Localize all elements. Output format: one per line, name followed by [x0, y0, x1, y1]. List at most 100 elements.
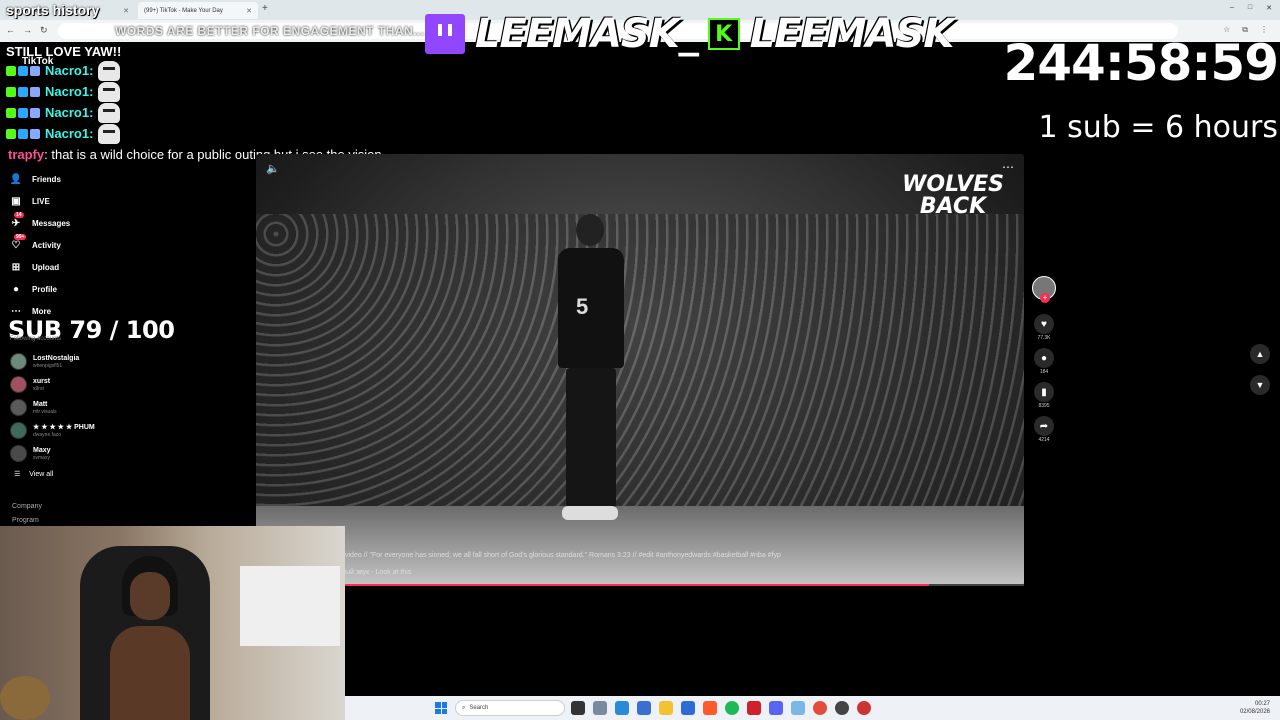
- sidebar-item-label: Upload: [32, 262, 60, 272]
- video-progress-bar[interactable]: [345, 584, 1024, 586]
- previous-video-button[interactable]: ▲: [1250, 344, 1270, 364]
- following-item[interactable]: ★ ★ ★ ★ ★ PHUM dwayne.fazo: [10, 419, 160, 442]
- volume-icon[interactable]: 🔈: [266, 162, 280, 175]
- edge-icon[interactable]: [615, 701, 629, 715]
- chat-username: Nacro1:: [45, 126, 94, 141]
- sidebar-item-upload[interactable]: ⊞ Upload: [10, 256, 160, 278]
- sidebar-item-live[interactable]: ▣ LIVE: [10, 190, 160, 212]
- chat-badges: [6, 65, 40, 76]
- store-icon[interactable]: [681, 701, 695, 715]
- chat-username: Nacro1:: [45, 105, 94, 120]
- chat-message: STILL LOVE YAW!!: [6, 44, 122, 59]
- antivirus-icon[interactable]: [747, 701, 761, 715]
- like-button[interactable]: ♥: [1034, 314, 1054, 334]
- badge-icon: [30, 107, 40, 118]
- discord-icon[interactable]: [769, 701, 783, 715]
- creator-avatar[interactable]: [1032, 276, 1056, 303]
- video-player[interactable]: 5 WOLVES BACK ⋯ 🔈: [256, 154, 1024, 586]
- following-item[interactable]: Matt mtr.visuals: [10, 396, 160, 419]
- reload-icon[interactable]: ↻: [40, 25, 48, 36]
- following-name: ★ ★ ★ ★ ★ PHUM: [33, 423, 95, 431]
- emote-icon: [98, 123, 121, 144]
- forward-icon[interactable]: →: [23, 25, 32, 36]
- sidebar-item-profile[interactable]: ● Profile: [10, 278, 160, 300]
- watermark-line: WOLVES: [902, 172, 1004, 197]
- webcam-feed: [0, 526, 345, 720]
- player-shoes: [562, 506, 618, 520]
- file-explorer-icon[interactable]: [659, 701, 673, 715]
- avatar: [10, 422, 27, 439]
- streamer-torso: [110, 626, 190, 720]
- video-player-figure: 5: [536, 214, 646, 534]
- footer-company[interactable]: Company: [12, 503, 42, 510]
- messages-badge: 14: [14, 212, 24, 218]
- settings-icon[interactable]: [593, 701, 607, 715]
- obs-icon[interactable]: [835, 701, 849, 715]
- following-name: LostNostalgia: [33, 354, 80, 362]
- more-options-icon[interactable]: ⋯: [1002, 160, 1014, 174]
- view-all-link[interactable]: ☰ View all: [14, 470, 53, 479]
- following-handle: svmaxy: [33, 454, 50, 461]
- save-button[interactable]: ▮: [1034, 382, 1054, 402]
- profile-icon: ●: [12, 283, 20, 295]
- chat-line: Nacro1:: [6, 60, 526, 81]
- video-music[interactable]: ый звук - Look at this: [345, 569, 411, 576]
- app-icon[interactable]: [857, 701, 871, 715]
- windows-start-icon[interactable]: [435, 702, 447, 714]
- task-view-icon[interactable]: [571, 701, 585, 715]
- chat-badges: [6, 86, 40, 97]
- next-video-button[interactable]: ▼: [1250, 375, 1270, 395]
- taskbar-app-icons: [571, 701, 871, 715]
- sub-rate: 1 sub = 6 hours: [1038, 110, 1279, 145]
- share-button[interactable]: ➦: [1034, 416, 1054, 436]
- back-icon[interactable]: ←: [6, 25, 15, 36]
- following-handle: mtr.visuals: [33, 408, 57, 415]
- stream-screen: Sports history ✕ (99+) TikTok - Make You…: [0, 0, 1280, 720]
- app-icon[interactable]: [791, 701, 805, 715]
- clock-time: 00:27: [1254, 701, 1270, 707]
- following-item[interactable]: Maxy svmaxy: [10, 442, 160, 465]
- chat-username: trapfy: [8, 147, 45, 162]
- tab-tiktok[interactable]: (99+) TikTok - Make Your Day ✕: [138, 2, 258, 19]
- sidebar-item-messages[interactable]: ✈ 14 Messages: [10, 212, 160, 234]
- photos-icon[interactable]: [637, 701, 651, 715]
- chat-overlay: STILL LOVE YAW!! Nacro1: Nacro1: Nacro1:…: [6, 44, 526, 144]
- taskbar-search[interactable]: ⌕ Search: [455, 700, 565, 716]
- tiktok-logo[interactable]: TikTok: [22, 56, 53, 67]
- taskbar-clock[interactable]: 00:27 02/08/2026: [1240, 700, 1270, 716]
- footer-program[interactable]: Program: [12, 517, 39, 524]
- badge-icon: [30, 86, 40, 97]
- comment-button[interactable]: ●: [1034, 348, 1054, 368]
- activity-badge: 99+: [14, 234, 27, 240]
- following-name: Matt: [33, 400, 48, 408]
- minimize-button[interactable]: –: [1230, 4, 1234, 12]
- badge-icon: [30, 65, 40, 76]
- new-tab-button[interactable]: +: [262, 3, 268, 14]
- subathon-timer: 244:58:59: [1003, 34, 1279, 92]
- streamer-face: [130, 572, 170, 620]
- kick-name: LEEMASK: [749, 11, 955, 57]
- close-tab-icon[interactable]: ✕: [123, 7, 129, 15]
- close-window-button[interactable]: ✕: [1266, 4, 1272, 12]
- badge-icon: [6, 128, 16, 139]
- maximize-button[interactable]: □: [1248, 4, 1252, 12]
- badge-icon: [30, 128, 40, 139]
- save-count: 8395: [1038, 403, 1050, 409]
- spotify-icon[interactable]: [725, 701, 739, 715]
- close-tab-icon[interactable]: ✕: [246, 7, 252, 15]
- sidebar-item-friends[interactable]: 👤 Friends: [10, 168, 160, 190]
- badge-icon: [6, 65, 16, 76]
- comment-count: 184: [1039, 369, 1049, 375]
- tiktok-sidebar-nav: 👤 Friends ▣ LIVE ✈ 14 Messages ♡ 99+ Activ…: [10, 168, 160, 322]
- following-handle: dwayne.fazo: [33, 431, 62, 438]
- badge-icon: [18, 128, 28, 139]
- avatar: [10, 399, 27, 416]
- badge-icon: [6, 86, 16, 97]
- avatar: [10, 445, 27, 462]
- brave-icon[interactable]: [703, 701, 717, 715]
- kick-icon: K: [707, 18, 740, 50]
- chrome-icon[interactable]: [813, 701, 827, 715]
- following-item[interactable]: xurst x9rst: [10, 373, 160, 396]
- following-item[interactable]: LostNostalgia whenpigsfl51: [10, 350, 160, 373]
- sidebar-item-activity[interactable]: ♡ 99+ Activity: [10, 234, 160, 256]
